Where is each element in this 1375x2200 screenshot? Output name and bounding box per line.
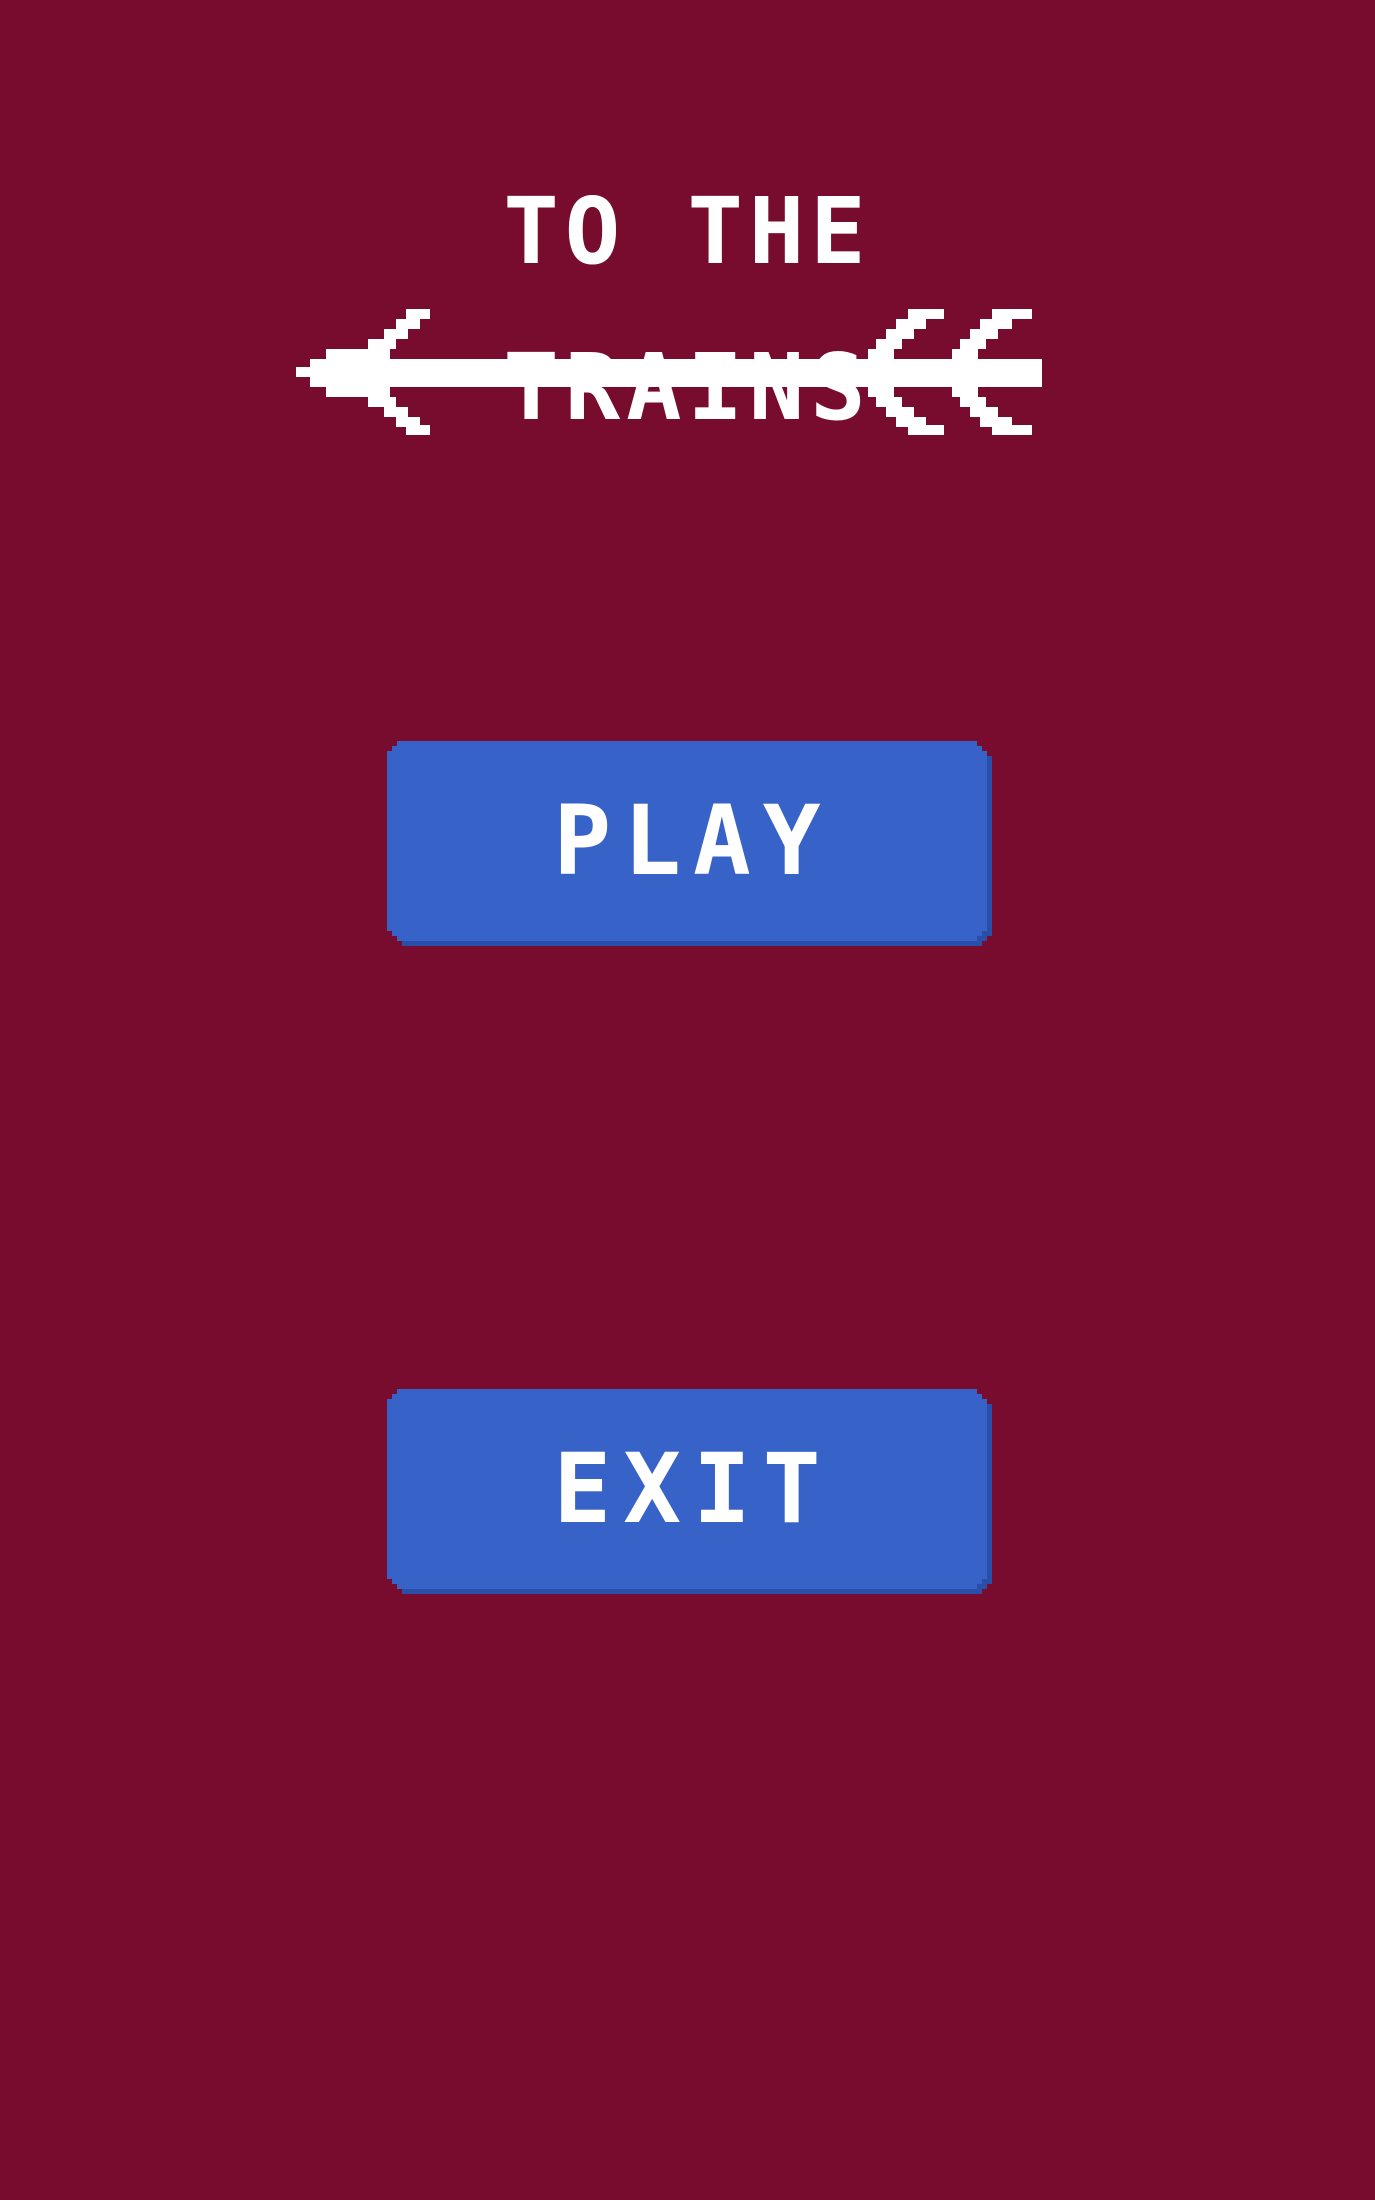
arrow-icon <box>296 309 1042 435</box>
exit-button-label: EXIT <box>553 1433 833 1545</box>
exit-button[interactable]: EXIT <box>387 1389 992 1594</box>
exit-button-face[interactable]: EXIT <box>387 1389 987 1589</box>
play-button-face[interactable]: PLAY <box>387 741 987 941</box>
play-button[interactable]: PLAY <box>387 741 992 946</box>
play-button-label: PLAY <box>553 785 833 897</box>
game-title-line-1: TO THE <box>503 178 872 285</box>
